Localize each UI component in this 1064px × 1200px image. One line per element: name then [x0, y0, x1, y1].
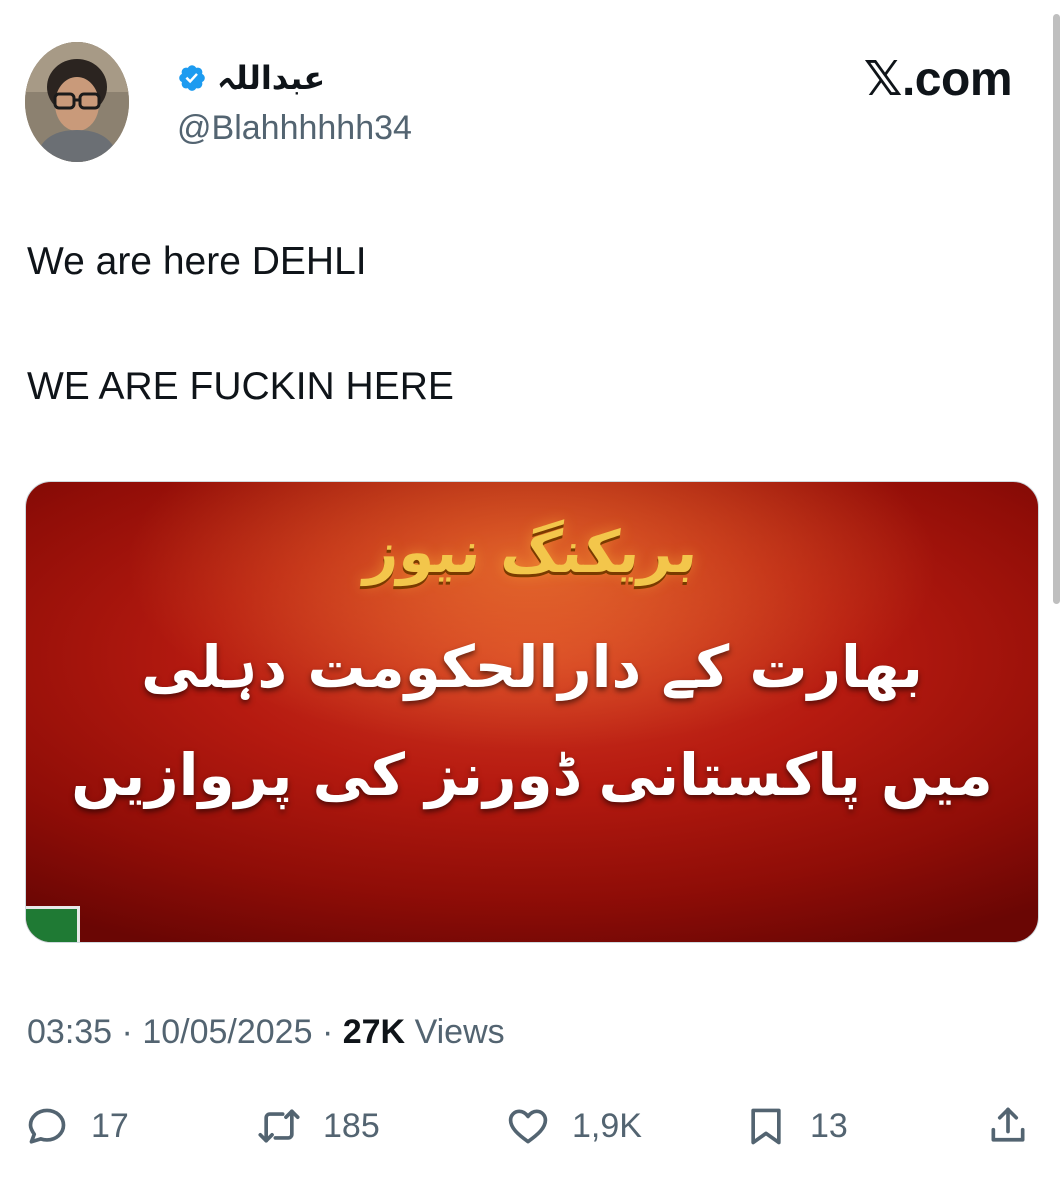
avatar-photo	[25, 42, 129, 162]
like-count: 1,9K	[572, 1107, 642, 1145]
tweet-text-line: WE ARE FUCKIN HERE	[27, 365, 454, 408]
reply-icon	[28, 1108, 66, 1144]
site-brand: 𝕏.com	[863, 53, 1013, 106]
author-handle[interactable]: @Blahhhhhh34	[177, 107, 412, 149]
scrollbar[interactable]	[1053, 14, 1060, 604]
author-name-row[interactable]: عبداللہ	[177, 58, 325, 98]
heart-icon	[508, 1109, 548, 1144]
reply-count: 17	[91, 1107, 129, 1145]
tweet-meta: 03:35 · 10/05/2025 · 27K Views	[27, 1010, 505, 1054]
tweet-time[interactable]: 03:35	[27, 1013, 112, 1051]
tweet-date[interactable]: 10/05/2025	[142, 1013, 312, 1051]
verified-badge-icon	[179, 65, 205, 91]
repost-count: 185	[323, 1107, 380, 1145]
bookmark-count: 13	[810, 1107, 848, 1145]
tweet-actions: 17 185 1,9K 13	[0, 1098, 1064, 1154]
views-count: 27K	[342, 1013, 406, 1051]
author-display-name: عبداللہ	[217, 59, 326, 97]
share-button[interactable]	[986, 1098, 1030, 1154]
media-urdu-line: بھارت کے دارالحکومت دہلی	[141, 633, 923, 701]
flag-corner	[26, 906, 80, 942]
breaking-news-headline: بریکنگ نیوز	[362, 518, 702, 586]
repost-button[interactable]: 185	[257, 1098, 380, 1154]
views-label: Views	[414, 1013, 505, 1051]
author-avatar[interactable]	[25, 42, 129, 162]
tweet-media-image[interactable]: بریکنگ نیوز بھارت کے دارالحکومت دہلی میں…	[25, 481, 1039, 943]
tweet-text-line: We are here DEHLI	[27, 240, 367, 283]
bookmark-icon	[751, 1108, 781, 1145]
reply-button[interactable]: 17	[25, 1098, 129, 1154]
share-icon	[991, 1107, 1025, 1142]
meta-separator: ·	[121, 1013, 133, 1051]
bookmark-button[interactable]: 13	[744, 1098, 848, 1154]
like-button[interactable]: 1,9K	[506, 1098, 642, 1154]
repost-icon	[258, 1109, 300, 1143]
meta-separator: ·	[321, 1013, 334, 1051]
media-urdu-line: میں پاکستانی ڈورنز کی پروازیں	[71, 741, 993, 809]
